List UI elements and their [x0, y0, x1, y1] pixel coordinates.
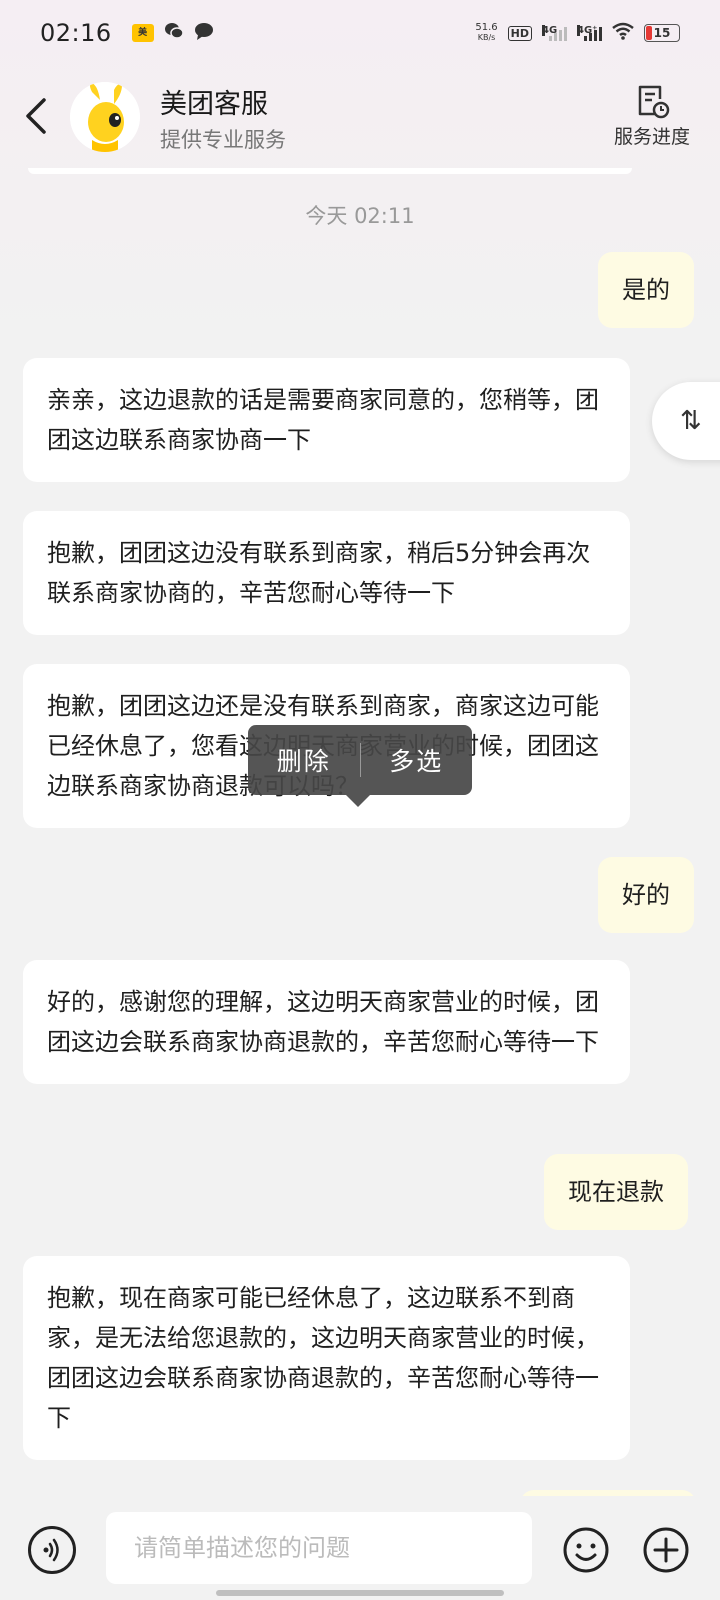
notification-icons: 美 — [131, 22, 214, 45]
meituan-app-icon: 美 — [131, 24, 154, 42]
message-bubble-right[interactable]: 是的 — [598, 252, 694, 328]
sort-arrows-icon: ⇅ — [680, 406, 702, 436]
home-indicator[interactable] — [216, 1590, 504, 1596]
emoji-button[interactable] — [562, 1526, 610, 1574]
plus-circle-icon — [643, 1527, 689, 1573]
message-icon — [194, 22, 214, 45]
signal-2-icon: 4G⁺ — [577, 25, 602, 41]
service-progress-label: 服务进度 — [613, 126, 690, 148]
document-clock-icon — [638, 85, 670, 119]
hd-badge: HD — [507, 25, 532, 41]
signal-1-icon: 4G — [542, 25, 567, 41]
header-title: 美团客服 — [160, 89, 268, 120]
chat-header: 美团客服 提供专业服务 服务进度 — [0, 66, 720, 166]
net-speed-value: 51.6 — [475, 22, 498, 33]
wifi-icon — [612, 22, 634, 45]
network-speed: 51.6 KB/s — [475, 23, 497, 43]
message-bubble-right[interactable]: 现在退款 — [544, 1154, 688, 1230]
battery-icon: 15 — [644, 24, 680, 42]
message-input[interactable] — [106, 1512, 532, 1584]
voice-icon — [43, 1538, 59, 1562]
header-subtitle: 提供专业服务 — [160, 128, 286, 152]
message-bubble-left[interactable]: 好的，感谢您的理解，这边明天商家营业的时候，团团这边会联系商家协商退款的，辛苦您… — [23, 960, 630, 1084]
message-bubble-right[interactable]: 好的 — [598, 857, 694, 933]
message-bubble-left[interactable]: 抱歉，现在商家可能已经休息了，这边联系不到商家，是无法给您退款的，这边明天商家营… — [23, 1256, 630, 1460]
chat-timestamp: 今天 02:11 — [305, 204, 415, 228]
status-bar: 02:16 美 51.6 KB/s HD 4G 4G⁺ 15 — [0, 0, 720, 66]
multi-select-menu-item[interactable]: 多选 — [361, 742, 473, 778]
chevron-left-icon — [26, 98, 46, 134]
message-bubble-left[interactable]: 抱歉，团团这边没有联系到商家，稍后5分钟会再次联系商家协商的，辛苦您耐心等待一下 — [23, 511, 630, 635]
input-bar — [0, 1496, 720, 1600]
delete-menu-item[interactable]: 删除 — [248, 742, 360, 778]
net-speed-unit: KB/s — [477, 33, 496, 42]
status-time: 02:16 — [40, 19, 112, 47]
net-2-label: 4G⁺ — [577, 25, 598, 36]
wechat-icon — [164, 22, 184, 45]
add-button[interactable] — [642, 1526, 690, 1574]
kangaroo-mascot-icon — [70, 82, 140, 152]
message-bubble-left[interactable]: 亲亲，这边退款的话是需要商家同意的，您稍等，团团这边联系商家协商一下 — [23, 358, 630, 482]
net-1-label: 4G — [542, 25, 558, 36]
header-card-edge — [28, 168, 632, 174]
context-menu: 删除 多选 — [248, 725, 473, 807]
battery-percent: 15 — [653, 26, 671, 40]
scroll-toggle-button[interactable]: ⇅ — [652, 382, 720, 460]
back-button[interactable] — [22, 94, 52, 138]
voice-button[interactable] — [28, 1526, 76, 1574]
service-progress-button[interactable]: 服务进度 — [610, 84, 694, 149]
avatar[interactable] — [70, 82, 140, 152]
status-indicators: 51.6 KB/s HD 4G 4G⁺ 15 — [475, 22, 680, 45]
emoji-icon — [563, 1527, 609, 1573]
